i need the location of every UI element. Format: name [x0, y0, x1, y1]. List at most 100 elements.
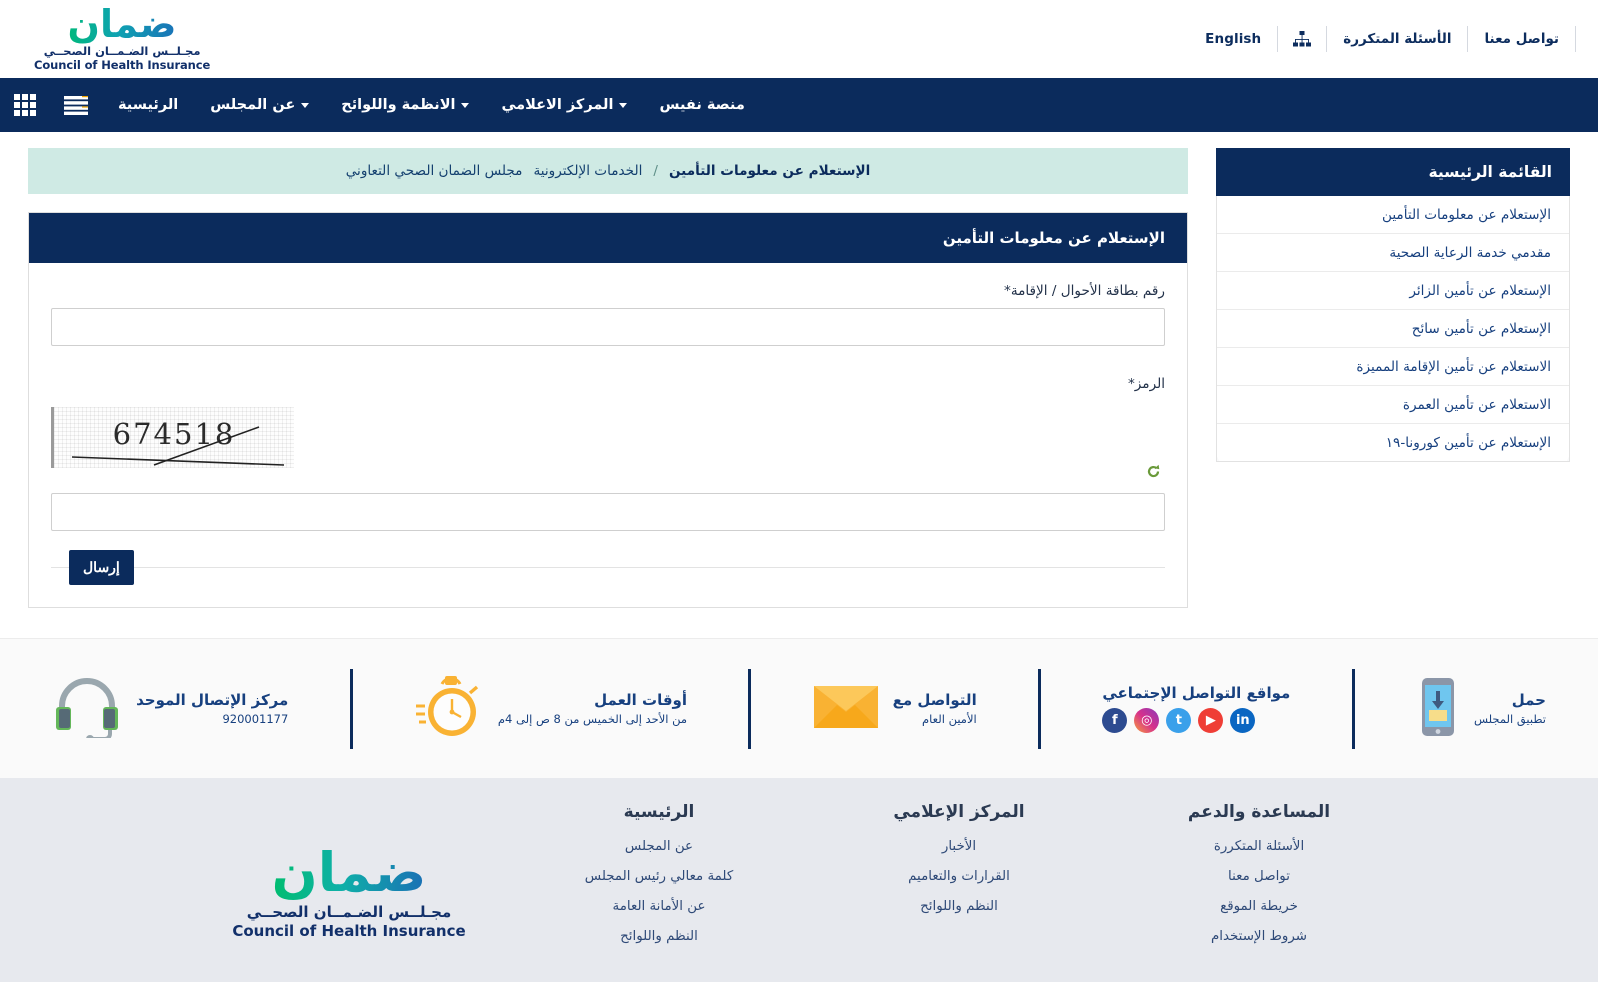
top-utility-links: English الأسئلة المتكررة تواصل معنا [1189, 26, 1576, 52]
sidebar-title: القائمة الرئيسية [1216, 148, 1570, 196]
mobile-download-icon [1416, 677, 1460, 741]
breadcrumb: الإستعلام عن معلومات التأمين / الخدمات ا… [28, 148, 1188, 194]
divider [1038, 669, 1041, 749]
inquiry-form-panel: الإستعلام عن معلومات التأمين رقم بطاقة ا… [28, 212, 1188, 608]
footer-link-about[interactable]: عن المجلس [509, 839, 809, 854]
linkedin-icon[interactable]: in [1230, 708, 1255, 733]
breadcrumb-current[interactable]: الإستعلام عن معلومات التأمين [669, 163, 870, 179]
footer-link-contact[interactable]: تواصل معنا [1109, 869, 1409, 884]
svg-text:ضمان: ضمان [272, 845, 427, 904]
footer-column-title: المركز الإعلامي [809, 802, 1109, 822]
nav-item-about-council[interactable]: عن المجلس [194, 78, 325, 132]
footer-link-decisions[interactable]: القرارات والتعاميم [809, 869, 1109, 884]
footer-brand-subtitle-ar: مجـلــس الضـمــان الصحــي [247, 903, 451, 921]
chevron-down-icon [461, 103, 469, 108]
call-center-title: مركز الإتصال الموحد [136, 691, 288, 709]
topbar-link-contact[interactable]: تواصل معنا [1468, 31, 1575, 47]
sidebar: القائمة الرئيسية الإستعلام عن معلومات ال… [1216, 148, 1570, 638]
footer-link-regulations[interactable]: النظم واللوائح [809, 899, 1109, 914]
nav-item-home[interactable]: الرئيسية [102, 78, 194, 132]
info-strip: حمل تطبيق المجلس مواقع التواصل الإجتماعي… [0, 638, 1598, 778]
instagram-icon[interactable]: ◎ [1134, 708, 1159, 733]
footer-link-news[interactable]: الأخبار [809, 839, 1109, 854]
daman-wordmark-icon: ضمان [239, 845, 459, 907]
call-center-cell: مركز الإتصال الموحد 920001177 [26, 676, 314, 742]
submit-button[interactable]: إرسال [69, 550, 134, 585]
captcha-input[interactable] [51, 493, 1165, 531]
refresh-captcha-icon[interactable] [1146, 464, 1161, 483]
form-body: رقم بطاقة الأحوال / الإقامة* الرمز* 6745… [29, 263, 1187, 607]
footer-column-title: المساعدة والدعم [1109, 802, 1409, 822]
social-cell: مواقع التواصل الإجتماعي in ▶ t ◎ f [1076, 684, 1316, 733]
footer-link-faq[interactable]: الأسئلة المتكررة [1109, 839, 1409, 854]
facebook-icon[interactable]: f [1102, 708, 1127, 733]
footer-link-secretariat[interactable]: عن الأمانة العامة [509, 899, 809, 914]
brand-subtitle-en: Council of Health Insurance [34, 58, 210, 72]
page-content: القائمة الرئيسية الإستعلام عن معلومات ال… [0, 132, 1598, 638]
nav-item-media-center[interactable]: المركز الاعلامي [485, 78, 643, 132]
envelope-icon [813, 685, 879, 733]
divider [350, 669, 353, 749]
sidebar-item-premium-residency[interactable]: الاستعلام عن تأمين الإقامة المميزة [1217, 348, 1569, 386]
top-utility-bar: English الأسئلة المتكررة تواصل معنا [0, 0, 1598, 78]
divider [1575, 26, 1576, 52]
footer-brand-subtitle-en: Council of Health Insurance [232, 922, 465, 940]
topbar-link-faq[interactable]: الأسئلة المتكررة [1327, 31, 1467, 47]
stopwatch-icon [414, 674, 484, 744]
app-download-subtitle: تطبيق المجلس [1474, 712, 1546, 726]
captcha-field-label: الرمز* [51, 376, 1165, 392]
nav-item-label: منصة نفيس [659, 97, 744, 113]
divider [1352, 669, 1355, 749]
contact-secretary-cell[interactable]: التواصل مع الأمين العام [787, 685, 1003, 733]
site-footer: المساعدة والدعم الأسئلة المتكررة تواصل م… [0, 778, 1598, 982]
sidebar-item-insurance-info[interactable]: الإستعلام عن معلومات التأمين [1217, 196, 1569, 234]
nav-item-label: المركز الاعلامي [501, 97, 613, 113]
app-download-cell[interactable]: حمل تطبيق المجلس [1390, 677, 1572, 741]
site-logo[interactable]: ضمان مجـلــس الضـمــان الصحــي Council o… [30, 6, 210, 72]
sidebar-list: الإستعلام عن معلومات التأمين مقدمي خدمة … [1216, 196, 1570, 462]
footer-logo[interactable]: ضمان مجـلــس الضـمــان الصحــي Council o… [189, 802, 509, 982]
youtube-icon[interactable]: ▶ [1198, 708, 1223, 733]
sidebar-item-covid-insurance[interactable]: الإستعلام عن تأمين كورونا-١٩ [1217, 424, 1569, 461]
brand-subtitle-ar: مجـلــس الضـمــان الصحــي [44, 44, 201, 58]
working-hours-subtitle: من الأحد إلى الخميس من 8 ص إلى 4م [498, 712, 687, 726]
footer-column-home: الرئيسية عن المجلس كلمة معالي رئيس المجل… [509, 802, 809, 982]
footer-link-systems[interactable]: النظم واللوائح [509, 929, 809, 944]
main-navigation: منصة نفيس المركز الاعلامي الانظمة واللوا… [0, 78, 1598, 132]
social-title: مواقع التواصل الإجتماعي [1102, 684, 1290, 702]
breadcrumb-section[interactable]: الخدمات الإلكترونية [533, 163, 642, 179]
grid-apps-icon[interactable] [0, 78, 50, 132]
footer-link-chairman-word[interactable]: كلمة معالي رئيس المجلس [509, 869, 809, 884]
footer-link-terms[interactable]: شروط الإستخدام [1109, 929, 1409, 944]
contact-secretary-subtitle: الأمين العام [893, 712, 977, 726]
hamburger-menu-icon[interactable] [50, 78, 102, 132]
id-number-input[interactable] [51, 308, 1165, 346]
nav-item-label: الانظمة واللوائح [341, 97, 455, 113]
contact-secretary-text: التواصل مع الأمين العام [893, 691, 977, 726]
working-hours-title: أوقات العمل [498, 691, 687, 709]
captcha-image: 674518 [51, 407, 294, 468]
breadcrumb-root[interactable]: مجلس الضمان الصحي التعاوني [346, 163, 523, 179]
form-title: الإستعلام عن معلومات التأمين [29, 213, 1187, 263]
svg-text:ضمان: ضمان [68, 6, 177, 46]
captcha-area: 674518 [51, 401, 1165, 487]
footer-link-sitemap[interactable]: خريطة الموقع [1109, 899, 1409, 914]
sidebar-item-tourist-insurance[interactable]: الإستعلام عن تأمين سائح [1217, 310, 1569, 348]
call-center-number: 920001177 [136, 712, 288, 726]
app-download-text: حمل تطبيق المجلس [1474, 691, 1546, 726]
id-field-label: رقم بطاقة الأحوال / الإقامة* [51, 283, 1165, 299]
sidebar-item-umrah-insurance[interactable]: الاستعلام عن تأمين العمرة [1217, 386, 1569, 424]
language-switch-english[interactable]: English [1189, 31, 1277, 47]
nav-item-nafees[interactable]: منصة نفيس [643, 78, 760, 132]
sidebar-item-providers[interactable]: مقدمي خدمة الرعاية الصحية [1217, 234, 1569, 272]
spacer [51, 346, 1165, 376]
sitemap-icon[interactable] [1278, 31, 1326, 48]
social-icons: in ▶ t ◎ f [1102, 708, 1290, 733]
working-hours-cell: أوقات العمل من الأحد إلى الخميس من 8 ص إ… [388, 674, 713, 744]
sidebar-item-visitor-insurance[interactable]: الإستعلام عن تأمين الزائر [1217, 272, 1569, 310]
breadcrumb-separator: / [653, 163, 658, 179]
app-download-title: حمل [1474, 691, 1546, 709]
nav-item-regulations[interactable]: الانظمة واللوائح [325, 78, 485, 132]
divider [748, 669, 751, 749]
twitter-icon[interactable]: t [1166, 708, 1191, 733]
